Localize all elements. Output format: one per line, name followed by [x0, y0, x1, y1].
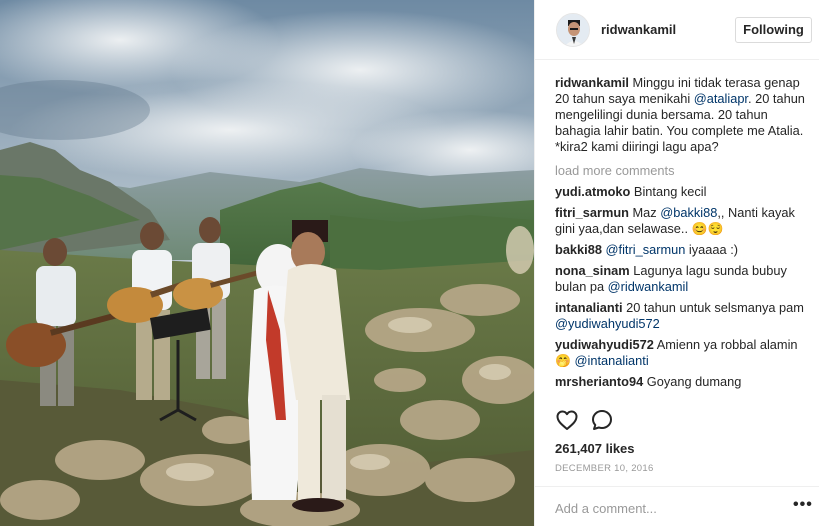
likes-count[interactable]: 261,407 likes	[555, 441, 635, 456]
comment-mention[interactable]: @ridwankamil	[608, 279, 689, 294]
post-details-panel: ridwankamil Following ridwankamil Minggu…	[534, 0, 819, 526]
heart-icon[interactable]	[555, 408, 581, 434]
post-photo[interactable]	[0, 0, 534, 526]
comment-item: mrsherianto94 Goyang dumang	[555, 374, 810, 390]
comment-item: intanalianti 20 tahun untuk selsmanya pa…	[555, 300, 810, 332]
comment-item: yudi.atmoko Bintang kecil	[555, 184, 810, 200]
comment-text: Goyang dumang	[643, 374, 742, 389]
add-comment-input[interactable]	[555, 497, 775, 519]
add-comment-bar: •••	[535, 486, 819, 526]
header-username[interactable]: ridwankamil	[601, 22, 676, 37]
caption-username[interactable]: ridwankamil	[555, 75, 629, 90]
instagram-post: ridwankamil Following ridwankamil Minggu…	[0, 0, 819, 526]
comment-username[interactable]: bakki88	[555, 242, 602, 257]
comment-icon[interactable]	[590, 408, 616, 434]
post-photo-image	[0, 0, 534, 526]
comment-mention[interactable]: @intanalianti	[575, 353, 649, 368]
comment-text: 20 tahun untuk selsmanya pam	[622, 300, 804, 315]
comment-icon-glyph	[592, 410, 612, 430]
post-actions	[555, 408, 810, 436]
caption-mention[interactable]: @ataliapr	[694, 91, 748, 106]
comment-username[interactable]: intanalianti	[555, 300, 623, 315]
comment-item: yudiwahyudi572 Amienn ya robbal alamin🤭 …	[555, 337, 810, 369]
more-options-icon[interactable]: •••	[793, 497, 813, 513]
comment-username[interactable]: mrsherianto94	[555, 374, 643, 389]
comment-text: iyaaaa :)	[685, 242, 739, 257]
avatar[interactable]	[556, 13, 590, 47]
avatar-image	[557, 14, 589, 46]
following-button[interactable]: Following	[735, 17, 812, 43]
post-header: ridwankamil Following	[535, 0, 819, 60]
comment-username[interactable]: fitri_sarmun	[555, 205, 629, 220]
comment-username[interactable]: yudi.atmoko	[555, 184, 630, 199]
comment-username[interactable]: yudiwahyudi572	[555, 337, 654, 352]
comment-item: bakki88 @fitri_sarmun iyaaaa :)	[555, 242, 810, 258]
comment-mention[interactable]: @bakki88	[660, 205, 717, 220]
load-more-comments-link[interactable]: load more comments	[555, 163, 810, 179]
caption: ridwankamil Minggu ini tidak terasa gena…	[555, 75, 810, 155]
comment-username[interactable]: nona_sinam	[555, 263, 630, 278]
comment-item: fitri_sarmun Maz @bakki88,, Nanti kayak …	[555, 205, 810, 237]
comment-mention[interactable]: @yudiwahyudi572	[555, 316, 660, 331]
heart-icon-glyph	[556, 410, 578, 430]
comment-mention[interactable]: @fitri_sarmun	[606, 242, 686, 257]
comment-text: Bintang kecil	[630, 184, 707, 199]
post-date[interactable]: December 10, 2016	[555, 463, 654, 474]
comment-text: Maz	[628, 205, 661, 220]
comment-item: nona_sinam Lagunya lagu sunda bubuy bula…	[555, 263, 810, 295]
comments-list: ridwankamil Minggu ini tidak terasa gena…	[555, 75, 810, 395]
